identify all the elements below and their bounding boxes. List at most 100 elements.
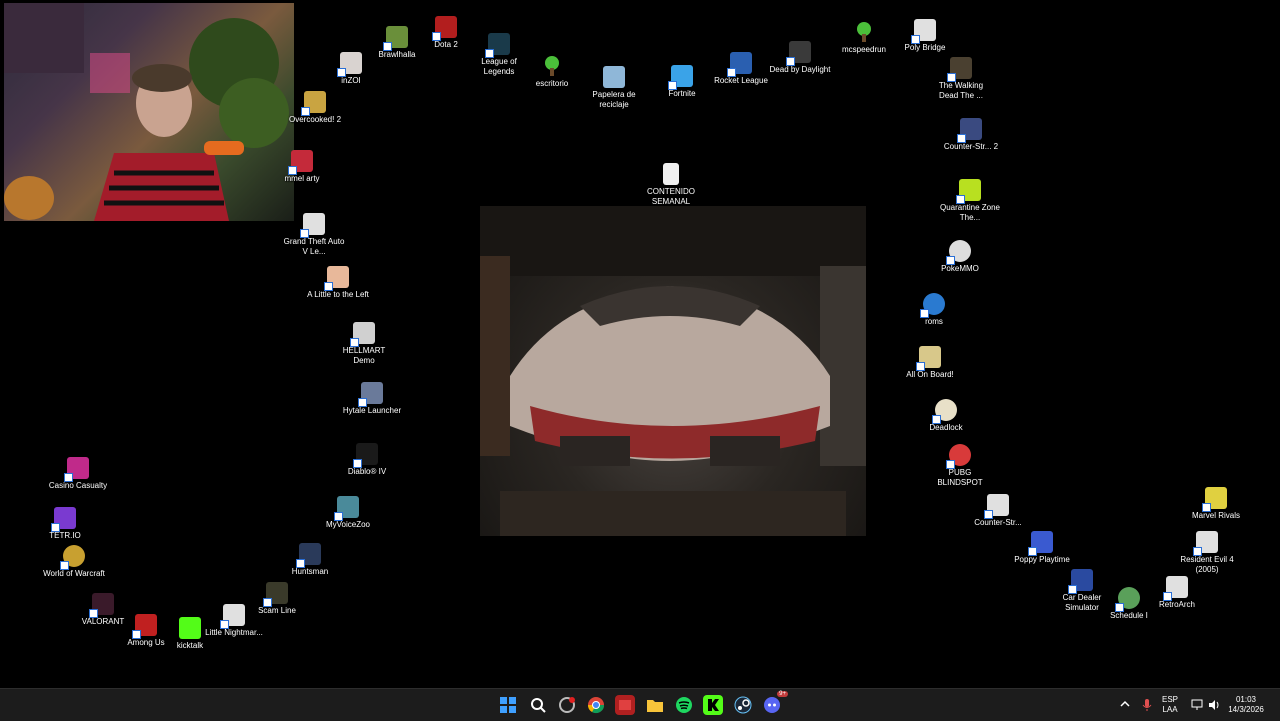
quarantine-zone-icon — [956, 179, 981, 204]
icon-label: CONTENIDO SEMANAL — [647, 187, 695, 206]
taskbar: 9+ ESP LAA 01:03 14/3/2026 — [0, 688, 1280, 721]
desktop-icon-little-left[interactable]: A Little to the Left — [306, 266, 370, 300]
desktop-icon-re4[interactable]: Resident Evil 4 (2005) — [1175, 531, 1239, 575]
clock-time: 01:03 — [1235, 695, 1257, 704]
desktop-icon-escritorio[interactable]: escritorio — [520, 55, 584, 89]
desktop-icon-pokemmo[interactable]: PokeMMO — [928, 240, 992, 274]
icon-label: mcspeedrun — [841, 45, 887, 54]
icon-label: Poppy Playtime — [1014, 555, 1070, 564]
desktop-icon-myvoicezoo[interactable]: MyVoiceZoo — [316, 496, 380, 530]
icon-label: inZOI — [341, 76, 361, 85]
search-button[interactable] — [528, 695, 548, 715]
desktop-icon-papelera[interactable]: Papelera de reciclaje — [582, 66, 646, 110]
icon-label: Grand Theft Auto V Le... — [283, 237, 345, 256]
desktop-icon-fortnite[interactable]: Fortnite — [650, 65, 714, 99]
app-icon — [619, 700, 631, 710]
taskbar-app-media[interactable] — [615, 695, 635, 715]
desktop-icon-casino[interactable]: Casino Casualty — [46, 457, 110, 491]
desktop-icon-wow[interactable]: World of Warcraft — [42, 545, 106, 579]
icon-label: Quarantine Zone The... — [939, 203, 1001, 222]
taskbar-app-discord[interactable]: 9+ — [762, 691, 788, 715]
clock[interactable]: 01:03 14/3/2026 — [1226, 695, 1266, 715]
counter-strike-icon — [984, 494, 1009, 519]
desktop-icon-mcspeedrun[interactable]: mcspeedrun — [832, 21, 896, 55]
speaker-icon — [1209, 700, 1219, 710]
desktop-icon-mmel[interactable]: mmel arty — [270, 150, 334, 184]
desktop-icon-cs2[interactable]: Counter-Str... 2 — [939, 118, 1003, 152]
icon-label: escritorio — [535, 79, 569, 88]
desktop-icon-tetrio[interactable]: TETR.IO — [33, 507, 97, 541]
volume-tray-button[interactable] — [1208, 699, 1220, 714]
network-tray-button[interactable] — [1191, 699, 1203, 714]
desktop-icon-overcooked[interactable]: Overcooked! 2 — [283, 91, 347, 125]
microphone-tray-button[interactable] — [1142, 698, 1152, 715]
desktop-icon-kicktalk[interactable]: kicktalk — [158, 617, 222, 651]
desktop-icon-all-on-board[interactable]: All On Board! — [898, 346, 962, 380]
desktop-icon-poly-bridge[interactable]: Poly Bridge — [893, 19, 957, 53]
desktop-icon-inzoi[interactable]: inZOI — [319, 52, 383, 86]
casino-casualty-icon — [64, 457, 89, 482]
hellmart-icon — [350, 322, 375, 347]
taskbar-app-file-explorer[interactable] — [645, 695, 665, 715]
car-photo — [480, 206, 866, 536]
icon-label: All On Board! — [906, 370, 954, 379]
desktop-icon-dbd[interactable]: Dead by Daylight — [768, 41, 832, 75]
microphone — [204, 141, 244, 155]
desktop-icon-quarantine[interactable]: Quarantine Zone The... — [938, 179, 1002, 223]
recycle-bin-icon — [603, 66, 625, 88]
internet-explorer-icon — [920, 293, 945, 318]
desktop-icon-deadlock[interactable]: Deadlock — [914, 399, 978, 433]
taskbar-app-chrome[interactable] — [586, 695, 606, 715]
icon-label: PokeMMO — [941, 264, 979, 273]
taskbar-app-spotify[interactable] — [674, 695, 694, 715]
taskbar-app-recorder[interactable] — [557, 695, 577, 715]
icon-label: Diablo® IV — [347, 467, 387, 476]
among-us-icon — [132, 614, 157, 639]
icon-label: HELLMART Demo — [342, 346, 386, 365]
search-icon — [531, 698, 546, 713]
dead-by-daylight-icon — [786, 41, 811, 66]
desktop-icon-walking-dead[interactable]: The Walking Dead The ... — [929, 57, 993, 101]
desktop-icon-schedule[interactable]: Schedule I — [1097, 587, 1161, 621]
language-indicator[interactable]: ESP LAA — [1162, 695, 1178, 715]
kick-icon — [179, 617, 201, 639]
hytale-icon — [358, 382, 383, 407]
car-photo-scene — [480, 206, 866, 536]
photo-chair — [820, 266, 866, 466]
kick-icon — [708, 699, 719, 711]
icon-label: Dota 2 — [434, 40, 458, 49]
desktop-icon-gta[interactable]: Grand Theft Auto V Le... — [282, 213, 346, 257]
desktop-icon-rocket[interactable]: Rocket League — [709, 52, 773, 86]
start-button[interactable] — [498, 695, 518, 715]
taskbar-app-steam[interactable] — [733, 695, 753, 715]
text-file-icon — [663, 163, 679, 185]
desktop-icon-diablo[interactable]: Diablo® IV — [335, 443, 399, 477]
icon-label: kicktalk — [176, 641, 204, 650]
icon-label: Dead by Daylight — [769, 65, 831, 74]
party-icon — [288, 150, 313, 175]
show-hidden-icons-button[interactable] — [1120, 699, 1130, 712]
icon-label: Poly Bridge — [904, 43, 946, 52]
webcam-overlay — [4, 3, 294, 221]
photo-shelf — [480, 256, 510, 456]
icon-label: Huntsman — [291, 567, 329, 576]
little-nightmares-icon — [220, 604, 245, 629]
icon-label: The Walking Dead The ... — [938, 81, 984, 100]
desktop-icon-marvel[interactable]: Marvel Rivals — [1184, 487, 1248, 521]
car-grille-left — [560, 436, 630, 466]
desktop-icon-poppy[interactable]: Poppy Playtime — [1010, 531, 1074, 565]
desktop-icon-pubg[interactable]: PUBG BLINDSPOT — [928, 444, 992, 488]
plant-leaves — [219, 78, 289, 148]
icon-label: World of Warcraft — [43, 569, 105, 578]
tetrio-icon — [51, 507, 76, 532]
taskbar-app-kick[interactable] — [703, 695, 723, 715]
photo-floor — [500, 491, 846, 536]
desktop-icon-hellmart[interactable]: HELLMART Demo — [332, 322, 396, 366]
desktop-icon-huntsman[interactable]: Huntsman — [278, 543, 342, 577]
desktop-icon-contenido[interactable]: CONTENIDO SEMANAL — [639, 163, 703, 207]
desktop-icon-hytale[interactable]: Hytale Launcher — [340, 382, 404, 416]
fortnite-icon — [668, 65, 693, 90]
desktop-icon-roms[interactable]: roms — [902, 293, 966, 327]
gta-icon — [300, 213, 325, 238]
desktop-icon-counter-strike[interactable]: Counter-Str... — [966, 494, 1030, 528]
